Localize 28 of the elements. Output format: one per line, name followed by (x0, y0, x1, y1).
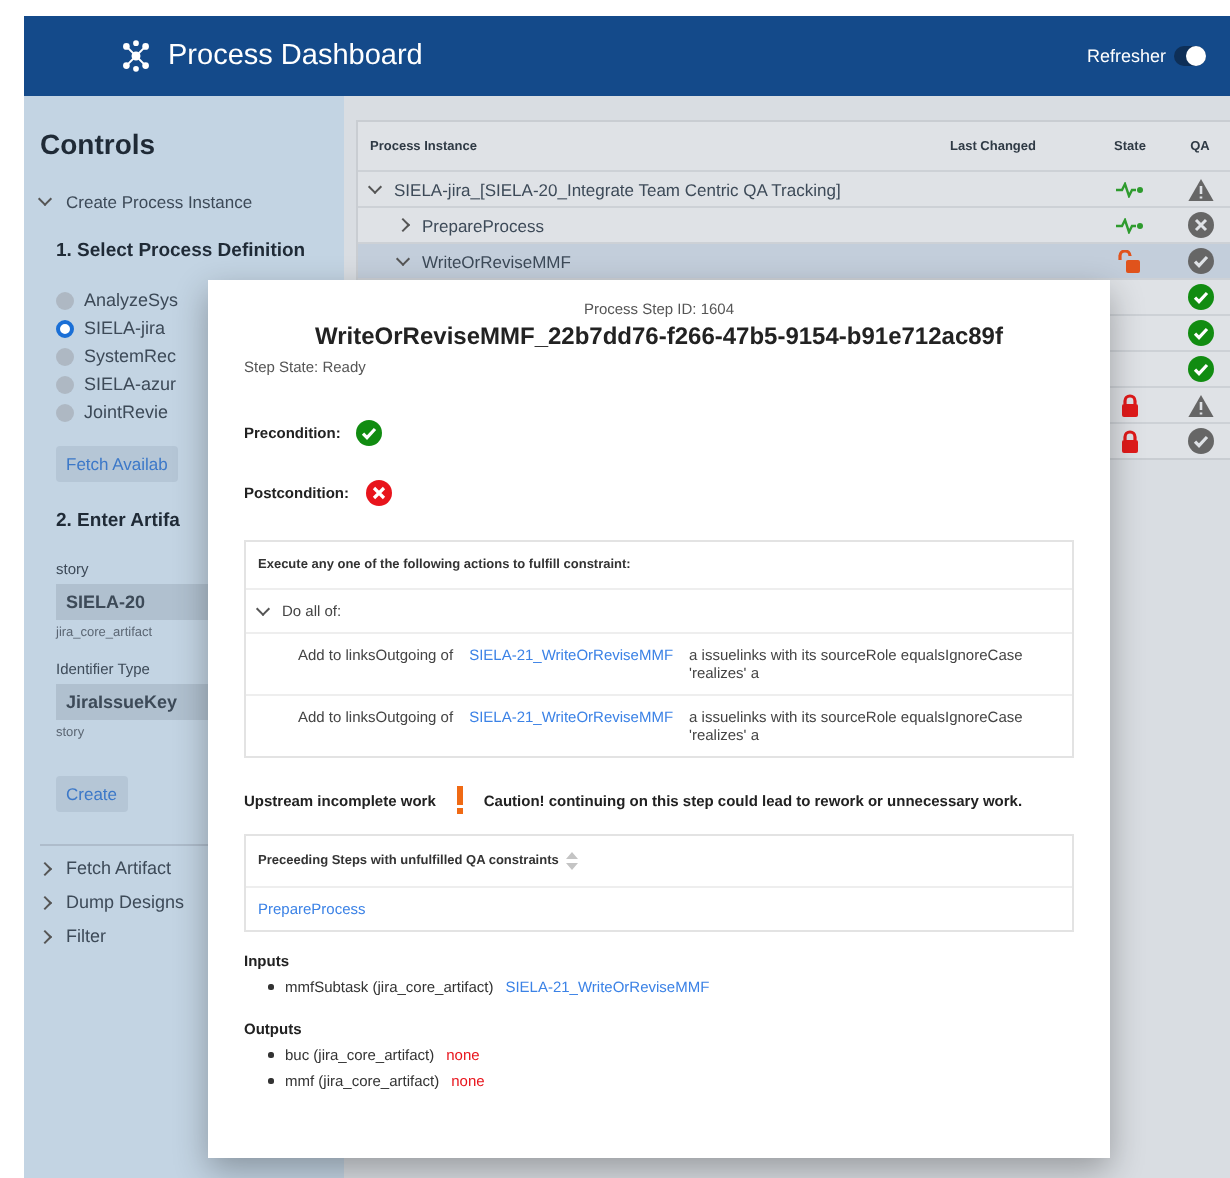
section-toggle[interactable]: Create Process Instance (40, 192, 253, 212)
sidebar-title: Controls (40, 128, 156, 160)
process-name: SIELA-jira_[SIELA-20_Integrate Team Centric QA Tracking] (394, 179, 841, 199)
section-toggle[interactable]: Dump Designs (40, 892, 185, 912)
process-name: WriteOrReviseMMF (422, 251, 571, 271)
radio-button[interactable] (56, 347, 74, 365)
radio-button[interactable] (56, 319, 74, 337)
radio-label[interactable]: SIELA-azur (84, 374, 177, 394)
step-heading: 1. Select Process Definition (56, 240, 306, 262)
refresher-label: Refresher (1086, 46, 1166, 66)
radio-label[interactable]: SIELA-jira (84, 318, 166, 338)
table-row[interactable]: SIELA-jira_[SIELA-20_Integrate Team Centric QA Tracking] (358, 170, 1230, 206)
radio-label[interactable]: AnalyzeSys (84, 290, 179, 310)
radio-button[interactable] (56, 291, 74, 309)
radio-button[interactable] (56, 375, 74, 393)
dialog-title: WriteOrReviseMMF_22b7dd76-f266-47b5-9154-b91e712ac89f (315, 322, 1003, 350)
app-title: Process Dashboard (168, 40, 423, 72)
section-toggle[interactable]: Fetch Artifact (40, 858, 172, 878)
step-heading: 2. Enter Artifa (56, 510, 180, 532)
radio-label[interactable]: JointRevie (84, 402, 169, 422)
section-toggle[interactable]: Filter (40, 926, 106, 946)
refresher-toggle[interactable] (1174, 46, 1206, 66)
radio-label[interactable]: SystemRec (84, 346, 177, 366)
table-row[interactable]: WriteOrReviseMMF (358, 242, 1230, 278)
radio-button[interactable] (56, 403, 74, 421)
exclamation-icon (455, 786, 464, 814)
network-icon (120, 40, 152, 72)
process-name: PrepareProcess (422, 215, 544, 235)
